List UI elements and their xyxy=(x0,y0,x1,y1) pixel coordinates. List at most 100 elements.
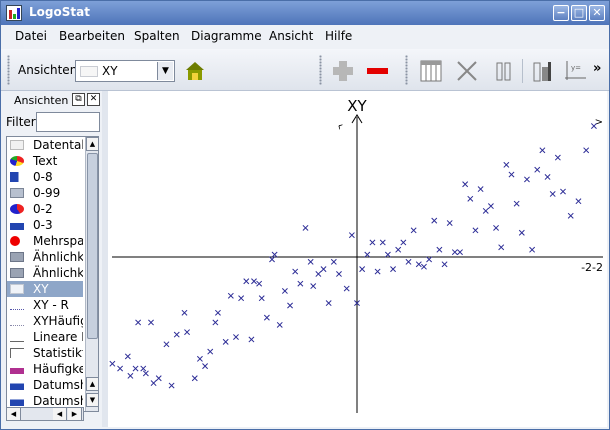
list-item-mehrspa[interactable]: Mehrspa xyxy=(7,233,83,249)
title-bar[interactable]: LogoStat − □ ✕ xyxy=(1,1,609,25)
data-point xyxy=(415,261,422,268)
views-list-scrollbar[interactable]: ▲ ▲ ▼ xyxy=(85,137,98,411)
menu-diagramme[interactable]: Diagramme xyxy=(191,29,262,43)
menu-ansicht[interactable]: Ansicht xyxy=(269,29,313,43)
menu-datei[interactable]: Datei xyxy=(15,29,47,43)
data-point xyxy=(142,370,149,377)
data-point xyxy=(493,224,500,231)
data-point xyxy=(307,258,314,265)
table-columns-icon[interactable] xyxy=(418,58,444,84)
close-button[interactable]: ✕ xyxy=(589,5,605,21)
data-point xyxy=(227,292,234,299)
toolbar-overflow-button[interactable]: » xyxy=(593,61,601,76)
views-list[interactable]: Datumsh Datumsh Häufigke Statistikta Lineare… xyxy=(6,136,99,412)
scroll-up-arrow-icon[interactable]: ▲ xyxy=(86,137,98,151)
list-item-label: Ähnlichk xyxy=(33,250,83,264)
list-item-0-2[interactable]: 0-2 xyxy=(7,201,83,217)
views-list-hscrollbar[interactable]: ◀ ◀ ▶ xyxy=(6,407,84,421)
data-point xyxy=(251,278,257,285)
column-icon[interactable] xyxy=(490,58,516,84)
list-item-xy[interactable]: XY xyxy=(7,281,83,297)
toolbar-grip[interactable] xyxy=(7,55,10,85)
list-item-häufigke[interactable]: Häufigke xyxy=(7,361,83,377)
data-point xyxy=(124,353,131,360)
scroll-right-arrow-icon[interactable]: ▶ xyxy=(68,408,82,420)
views-list-scroll-thumb[interactable] xyxy=(87,153,98,339)
data-point xyxy=(132,365,139,372)
list-item-label: Datumsh xyxy=(33,378,83,392)
list-item-label: Datentab xyxy=(33,138,83,152)
list-item-0-8[interactable]: 0-8 xyxy=(7,169,83,185)
menu-hilfe[interactable]: Hilfe xyxy=(325,29,352,43)
data-point xyxy=(518,229,525,236)
scroll-down-arrow-icon[interactable]: ▼ xyxy=(86,393,98,407)
formula-axes-icon[interactable]: y= xyxy=(562,58,588,84)
data-point xyxy=(426,256,433,263)
house-icon[interactable] xyxy=(182,58,208,84)
list-item-lineare-f[interactable]: Lineare F xyxy=(7,329,83,345)
list-item-xyhäufig[interactable]: XYHäufig xyxy=(7,313,83,329)
data-point xyxy=(336,271,342,277)
data-point xyxy=(214,309,221,316)
data-point xyxy=(135,319,142,326)
data-point xyxy=(155,375,162,382)
data-point xyxy=(181,309,188,316)
xy-chart[interactable]: XY ^ -2-2 > xyxy=(108,91,607,427)
data-point xyxy=(451,249,458,256)
close-panel-icon[interactable]: ✕ xyxy=(87,93,100,106)
data-point xyxy=(446,220,453,227)
delete-cross-icon[interactable] xyxy=(454,58,480,84)
data-point xyxy=(184,329,191,336)
list-item-label: Ähnlichk xyxy=(33,266,83,280)
list-item-datentab[interactable]: Datentab xyxy=(7,137,83,153)
list-item-0-99[interactable]: 0-99 xyxy=(7,185,83,201)
app-window: LogoStat − □ ✕ Datei Bearbeiten Spalten … xyxy=(0,0,610,430)
data-point xyxy=(207,348,214,355)
toolbar-grip-2[interactable] xyxy=(319,55,322,85)
xy-icon xyxy=(10,284,24,294)
minimize-button[interactable]: − xyxy=(553,5,569,21)
view-select[interactable]: XY ▼ xyxy=(75,60,175,82)
chevron-down-icon[interactable]: ▼ xyxy=(157,62,173,80)
date-bar-icon xyxy=(10,396,24,406)
list-item-xy-r[interactable]: XY - R xyxy=(7,297,83,313)
remove-icon[interactable] xyxy=(364,58,390,84)
data-point xyxy=(127,372,134,379)
chart-title: XY xyxy=(347,97,367,115)
add-icon[interactable] xyxy=(330,58,356,84)
data-point xyxy=(575,198,582,205)
data-point xyxy=(400,239,407,246)
data-point xyxy=(258,295,265,302)
toolbar-grip-3[interactable] xyxy=(405,55,408,85)
filter-input[interactable] xyxy=(36,112,100,132)
data-point xyxy=(487,203,494,210)
menu-bearbeiten[interactable]: Bearbeiten xyxy=(59,29,125,43)
maximize-button[interactable]: □ xyxy=(571,5,587,21)
data-point xyxy=(222,338,229,345)
list-item-ähnlichk[interactable]: Ähnlichk xyxy=(7,249,83,265)
data-point xyxy=(173,331,180,338)
list-item-text[interactable]: Text xyxy=(7,153,83,169)
similarity-icon xyxy=(10,268,24,278)
scroll-left-arrow-icon-2[interactable]: ◀ xyxy=(53,408,67,420)
data-point xyxy=(191,375,198,382)
list-item-label: XY - R xyxy=(33,298,69,312)
data-point xyxy=(117,365,124,372)
image-grid-icon xyxy=(10,188,24,198)
data-point xyxy=(583,147,590,154)
data-point xyxy=(150,380,157,387)
data-point xyxy=(348,232,355,239)
scroll-up-arrow-icon-lower[interactable]: ▲ xyxy=(86,377,98,391)
list-item-0-3[interactable]: 0-3 xyxy=(7,217,83,233)
list-item-ähnlichk[interactable]: Ähnlichk xyxy=(7,265,83,281)
scroll-left-arrow-icon[interactable]: ◀ xyxy=(7,408,21,420)
list-item-label: 0-8 xyxy=(33,170,53,184)
float-panel-icon[interactable]: ⧉ xyxy=(72,93,85,106)
data-point xyxy=(281,287,288,294)
views-panel-header: Ansichten ⧉ ✕ xyxy=(4,91,102,109)
chart-icon[interactable] xyxy=(530,58,556,84)
menu-spalten[interactable]: Spalten xyxy=(134,29,180,43)
list-item-datumsh[interactable]: Datumsh xyxy=(7,377,83,393)
list-item-statistikta[interactable]: Statistikta xyxy=(7,345,83,361)
data-point xyxy=(498,244,505,251)
